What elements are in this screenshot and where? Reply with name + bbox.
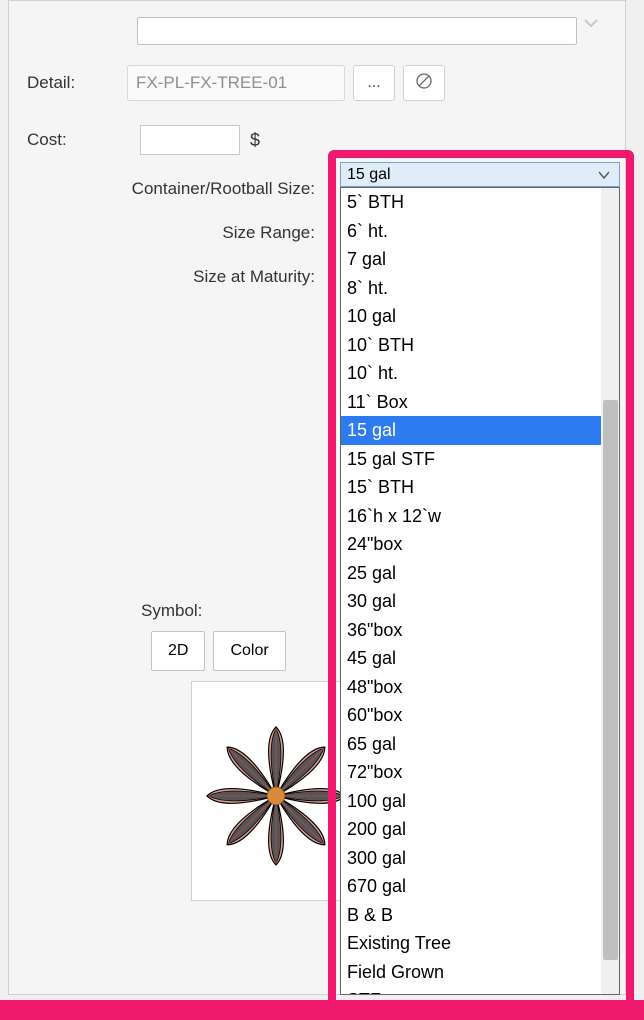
symbol-buttons: 2D Color	[151, 631, 361, 671]
dropdown-option[interactable]: B & B	[341, 901, 601, 930]
detail-label: Detail:	[27, 73, 127, 93]
dropdown-option[interactable]: 15 gal	[341, 416, 601, 445]
dropdown-option[interactable]: STF	[341, 986, 601, 994]
detail-clear-button[interactable]	[403, 65, 445, 101]
expand-chevron-icon[interactable]	[581, 13, 601, 33]
dropdown-option[interactable]: 36"box	[341, 616, 601, 645]
dropdown-option[interactable]: 65 gal	[341, 730, 601, 759]
size-maturity-label: Size at Maturity:	[27, 267, 323, 287]
dropdown-option[interactable]: 72"box	[341, 758, 601, 787]
size-range-label: Size Range:	[27, 223, 323, 243]
dropdown-option[interactable]: 15 gal STF	[341, 445, 601, 474]
detail-input[interactable]	[127, 65, 345, 101]
symbol-section: Symbol: 2D Color	[141, 601, 361, 901]
dropdown-option[interactable]: 24"box	[341, 530, 601, 559]
dropdown-option[interactable]: 300 gal	[341, 844, 601, 873]
no-symbol-icon	[415, 72, 433, 95]
dropdown-scrollbar[interactable]	[601, 188, 619, 994]
2d-button[interactable]: 2D	[151, 631, 205, 671]
dropdown-option[interactable]: 8` ht.	[341, 274, 601, 303]
detail-row: Detail: ...	[27, 65, 607, 101]
dropdown-items-container: 5` BTH6` ht.7 gal8` ht.10 gal10` BTH10` …	[341, 188, 601, 994]
dropdown-option[interactable]: 25 gal	[341, 559, 601, 588]
dropdown-option[interactable]: 45 gal	[341, 644, 601, 673]
color-button[interactable]: Color	[213, 631, 285, 671]
chevron-down-icon	[597, 168, 611, 182]
dropdown-option[interactable]: 10` ht.	[341, 359, 601, 388]
dropdown-option[interactable]: 10` BTH	[341, 331, 601, 360]
container-size-label: Container/Rootball Size:	[27, 179, 323, 199]
dropdown-option[interactable]: 15` BTH	[341, 473, 601, 502]
cost-input[interactable]	[140, 125, 240, 155]
dropdown-option[interactable]: 60"box	[341, 701, 601, 730]
top-row	[27, 17, 607, 45]
dropdown-option[interactable]: 7 gal	[341, 245, 601, 274]
dropdown-option[interactable]: 670 gal	[341, 872, 601, 901]
bottom-bar	[0, 1000, 644, 1020]
container-size-combobox[interactable]: 15 gal	[340, 162, 620, 187]
symbol-label: Symbol:	[141, 601, 361, 621]
dropdown-option[interactable]: Existing Tree	[341, 929, 601, 958]
dropdown-option[interactable]: 5` BTH	[341, 188, 601, 217]
dropdown-option[interactable]: 16`h x 12`w	[341, 502, 601, 531]
cost-label: Cost:	[27, 130, 127, 150]
detail-browse-button[interactable]: ...	[353, 65, 395, 101]
dropdown-option[interactable]: 10 gal	[341, 302, 601, 331]
cost-row: Cost: $	[27, 125, 607, 155]
dropdown-option[interactable]: 11` Box	[341, 388, 601, 417]
scrollbar-thumb[interactable]	[603, 400, 618, 960]
container-size-dropdown[interactable]: 5` BTH6` ht.7 gal8` ht.10 gal10` BTH10` …	[340, 187, 620, 995]
dropdown-option[interactable]: 6` ht.	[341, 217, 601, 246]
ellipsis-icon: ...	[367, 74, 380, 92]
dropdown-option[interactable]: 200 gal	[341, 815, 601, 844]
container-size-value: 15 gal	[347, 166, 391, 184]
top-text-input[interactable]	[137, 17, 577, 45]
currency-label: $	[250, 130, 260, 151]
dropdown-option[interactable]: Field Grown	[341, 958, 601, 987]
plant-symbol-icon	[202, 711, 350, 871]
dropdown-option[interactable]: 100 gal	[341, 787, 601, 816]
dropdown-option[interactable]: 48"box	[341, 673, 601, 702]
dropdown-option[interactable]: 30 gal	[341, 587, 601, 616]
symbol-preview	[191, 681, 361, 901]
